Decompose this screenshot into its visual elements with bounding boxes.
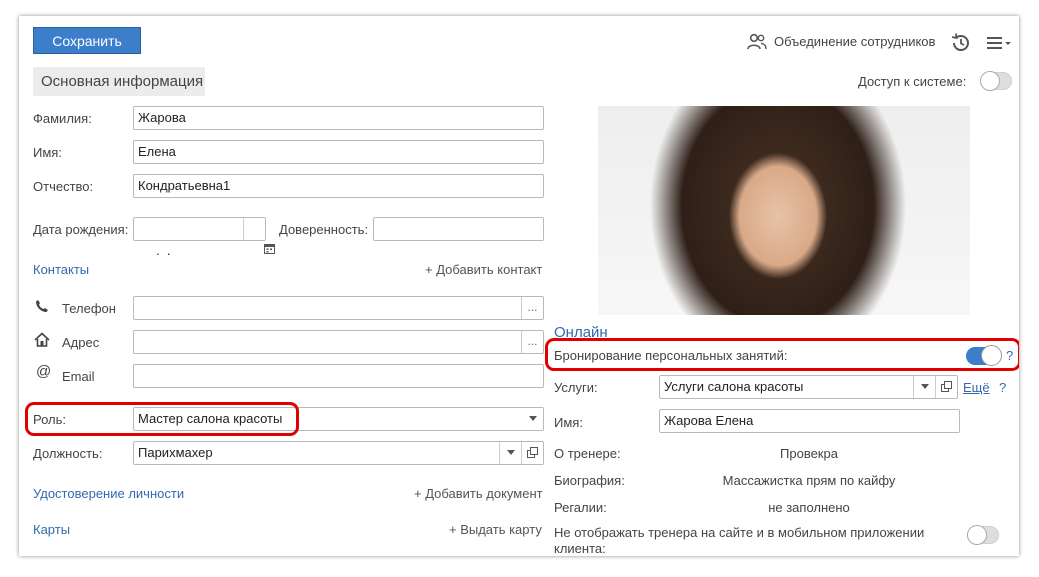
birth-date-value: . .: [152, 243, 171, 258]
hide-trainer-toggle[interactable]: [967, 525, 999, 545]
system-access-toggle[interactable]: [980, 71, 1012, 91]
dropdown-icon[interactable]: [913, 376, 935, 398]
email-label: Email: [62, 369, 95, 384]
services-select[interactable]: Услуги салона красоты: [659, 375, 958, 399]
services-label: Услуги:: [554, 380, 598, 395]
phone-field[interactable]: ...: [133, 296, 544, 320]
surname-field[interactable]: Жарова: [133, 106, 544, 130]
employee-form-window: Сохранить Объединение сотрудников Основн…: [19, 16, 1019, 556]
add-contact-button[interactable]: + Добавить контакт: [425, 262, 542, 277]
position-value: Парихмахер: [138, 445, 213, 460]
email-field[interactable]: [133, 364, 544, 388]
contacts-section-link[interactable]: Контакты: [33, 262, 89, 277]
patronymic-field[interactable]: Кондратьевна1: [133, 174, 544, 198]
name-field[interactable]: Елена: [133, 140, 544, 164]
merge-employees-link[interactable]: Объединение сотрудников: [774, 34, 935, 49]
address-field[interactable]: ...: [133, 330, 544, 354]
address-more-button[interactable]: ...: [521, 331, 543, 353]
hide-trainer-label-line1: Не отображать тренера на сайте и в мобил…: [554, 525, 925, 540]
birth-date-field[interactable]: . .: [133, 217, 276, 258]
system-access-label: Доступ к системе:: [858, 74, 967, 89]
services-more-link[interactable]: Ещё: [963, 380, 990, 395]
address-label: Адрес: [62, 335, 100, 350]
trust-label: Доверенность:: [279, 222, 369, 237]
trust-field[interactable]: [373, 217, 544, 241]
about-trainer-label: О тренере:: [554, 446, 621, 461]
display-name-field[interactable]: Жарова Елена: [659, 409, 960, 433]
at-icon: @: [36, 363, 52, 380]
birth-date-label: Дата рождения:: [33, 222, 129, 237]
services-help-icon[interactable]: ?: [999, 380, 1006, 395]
position-label: Должность:: [33, 446, 103, 461]
regalia-label: Регалии:: [554, 500, 607, 515]
phone-more-button[interactable]: ...: [521, 297, 543, 319]
surname-label: Фамилия:: [33, 111, 92, 126]
phone-label: Телефон: [62, 301, 116, 316]
position-select[interactable]: Парихмахер: [133, 441, 544, 465]
services-value: Услуги салона красоты: [664, 379, 804, 394]
open-form-icon[interactable]: [521, 442, 543, 464]
save-button[interactable]: Сохранить: [33, 27, 141, 54]
dropdown-icon[interactable]: [499, 442, 521, 464]
tab-basic-info[interactable]: Основная информация: [33, 67, 205, 96]
history-icon[interactable]: [950, 32, 972, 54]
home-icon: [34, 332, 50, 348]
calendar-icon[interactable]: [243, 218, 276, 254]
people-icon[interactable]: [747, 33, 767, 51]
dropdown-icon[interactable]: [522, 408, 543, 430]
about-trainer-value[interactable]: Провекра: [659, 446, 959, 461]
hide-trainer-label-line2: клиента:: [554, 541, 606, 556]
display-name-label: Имя:: [554, 415, 583, 430]
employee-photo[interactable]: [598, 106, 970, 315]
name-label: Имя:: [33, 145, 62, 160]
role-highlight: [25, 402, 299, 436]
id-document-section-link[interactable]: Удостоверение личности: [33, 486, 184, 501]
patronymic-label: Отчество:: [33, 179, 94, 194]
phone-icon: [35, 299, 49, 313]
open-form-icon[interactable]: [935, 376, 957, 398]
issue-card-button[interactable]: + Выдать карту: [449, 522, 542, 537]
cards-section-link[interactable]: Карты: [33, 522, 70, 537]
menu-icon[interactable]: [986, 35, 1014, 51]
regalia-value[interactable]: не заполнено: [659, 500, 959, 515]
booking-highlight: [545, 338, 1019, 371]
add-document-button[interactable]: + Добавить документ: [414, 486, 543, 501]
biography-value[interactable]: Массажистка прям по кайфу: [659, 473, 959, 488]
biography-label: Биография:: [554, 473, 625, 488]
